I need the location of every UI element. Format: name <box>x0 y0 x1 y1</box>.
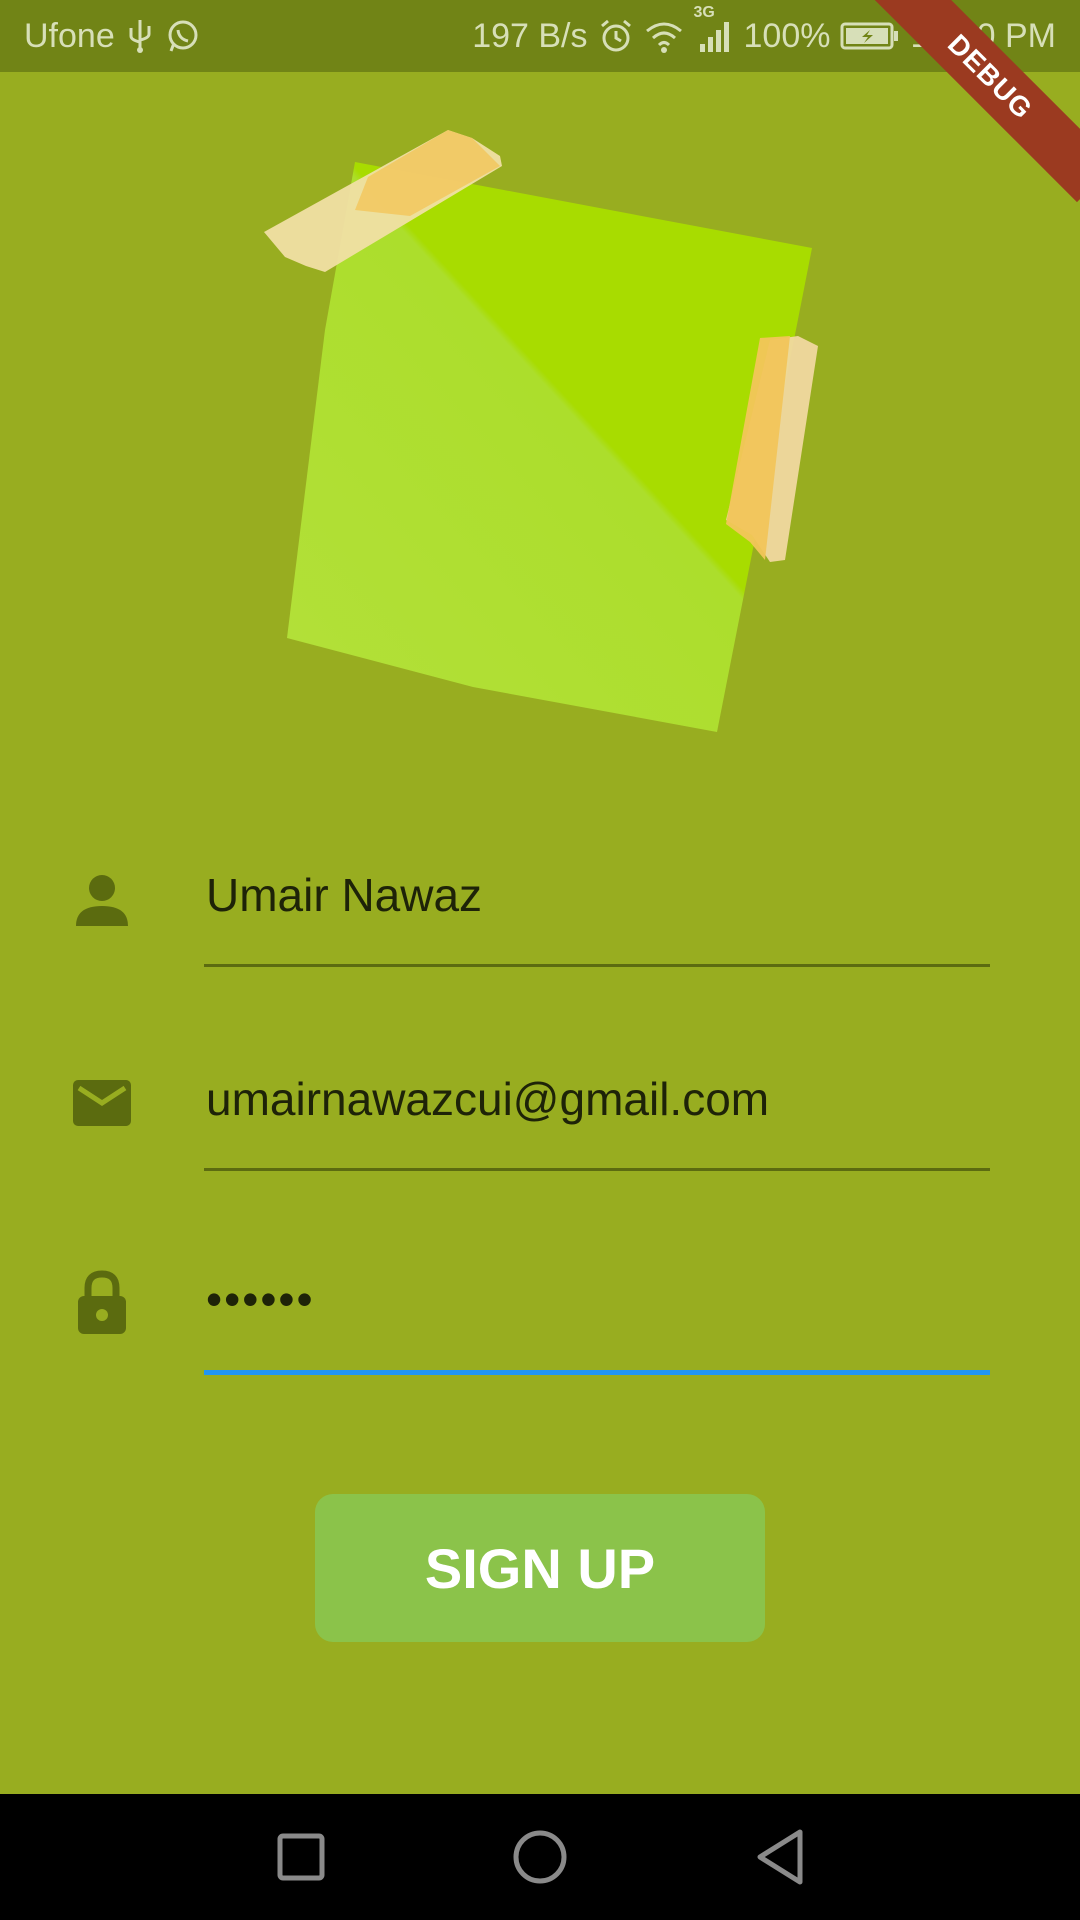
alarm-icon <box>598 18 634 54</box>
usb-icon <box>127 18 153 54</box>
whatsapp-icon <box>165 18 201 54</box>
sticky-note-illustration <box>264 130 818 732</box>
email-input[interactable] <box>204 1058 994 1140</box>
recents-icon[interactable] <box>266 1822 336 1892</box>
person-icon <box>76 875 128 926</box>
mail-icon <box>73 1080 131 1126</box>
password-field-row <box>0 1234 1080 1375</box>
net-speed-label: 197 B/s <box>472 16 588 55</box>
name-input[interactable] <box>204 854 994 936</box>
email-underline <box>204 1168 990 1171</box>
lock-icon <box>78 1270 126 1334</box>
password-underline <box>204 1370 990 1375</box>
battery-percent-label: 100% <box>743 16 831 55</box>
name-underline <box>204 964 990 967</box>
sign-up-button[interactable]: SIGN UP <box>315 1494 765 1642</box>
navigation-bar <box>0 1794 1080 1920</box>
back-icon[interactable] <box>746 1822 816 1892</box>
status-bar-left: Ufone <box>24 0 201 72</box>
wifi-icon <box>644 19 684 53</box>
battery-charging-icon <box>840 21 900 51</box>
name-field-row <box>0 826 1080 967</box>
carrier-label: Ufone <box>24 16 115 55</box>
email-field-row <box>0 1030 1080 1171</box>
home-icon[interactable] <box>505 1822 575 1892</box>
network-type-label: 3G <box>693 4 715 21</box>
password-input[interactable] <box>204 1258 994 1340</box>
signal-icon: 3G <box>694 4 734 54</box>
